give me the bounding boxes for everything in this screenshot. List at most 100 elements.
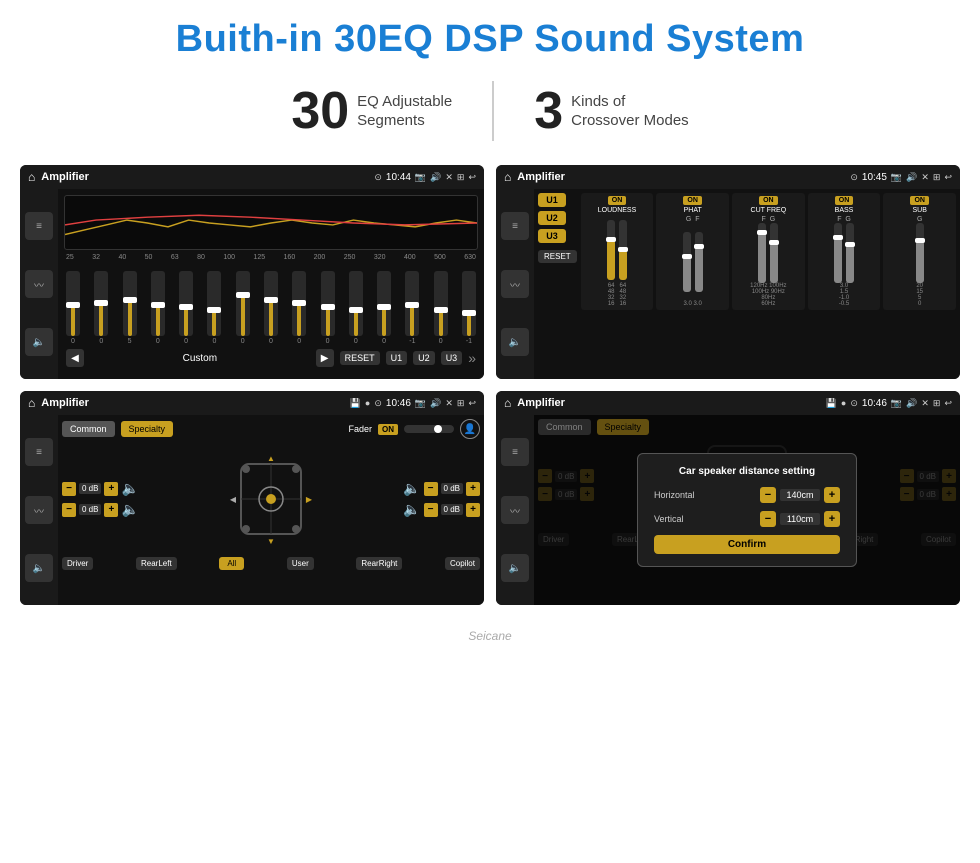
eq-reset-btn[interactable]: RESET xyxy=(340,351,380,365)
home-icon[interactable]: ⌂ xyxy=(28,170,35,184)
sidebar-btn-3-2[interactable]: 〰 xyxy=(25,496,53,524)
eq-u2-btn[interactable]: U2 xyxy=(413,351,435,365)
copilot-btn[interactable]: Copilot xyxy=(445,557,480,570)
fader-track[interactable] xyxy=(404,425,454,433)
left-bottom-minus[interactable]: − xyxy=(62,503,76,517)
eq-slider-col-8[interactable]: 0 xyxy=(264,271,278,345)
dialog-horizontal-minus[interactable]: − xyxy=(760,487,776,503)
right-top-minus[interactable]: − xyxy=(424,482,438,496)
eq-slider-col-15[interactable]: -1 xyxy=(462,271,476,345)
phat-track-2[interactable] xyxy=(695,232,703,292)
loudness-track-2[interactable] xyxy=(619,220,627,280)
eq-next-btn[interactable]: ▶ xyxy=(316,349,334,367)
sidebar-btn-4-3[interactable]: 🔈 xyxy=(501,554,529,582)
svg-text:▼: ▼ xyxy=(267,537,275,546)
sidebar-btn-2-2[interactable]: 〰 xyxy=(501,270,529,298)
sidebar-btn-3-3[interactable]: 🔈 xyxy=(25,554,53,582)
sidebar-btn-1[interactable]: ≡ xyxy=(25,212,53,240)
eq-prev-btn[interactable]: ◀ xyxy=(66,349,84,367)
screen1-title: Amplifier xyxy=(41,171,368,183)
loudness-track-1[interactable] xyxy=(607,220,615,280)
sidebar-btn-3[interactable]: 🔈 xyxy=(25,328,53,356)
eq-slider-col-1[interactable]: 0 xyxy=(66,271,80,345)
left-bottom-plus[interactable]: + xyxy=(104,503,118,517)
sub-on[interactable]: ON xyxy=(910,196,929,205)
window-icon: ⊞ xyxy=(457,172,465,183)
bass-track-1[interactable] xyxy=(834,223,842,283)
sub-track-1[interactable] xyxy=(916,223,924,283)
eq-slider-col-13[interactable]: -1 xyxy=(405,271,419,345)
eq-slider-col-6[interactable]: 0 xyxy=(207,271,221,345)
u2-btn[interactable]: U2 xyxy=(538,211,566,225)
right-bottom-plus[interactable]: + xyxy=(466,503,480,517)
eq-slider-col-12[interactable]: 0 xyxy=(377,271,391,345)
bass-track-2[interactable] xyxy=(846,223,854,283)
eq-main: 25 32 40 50 63 80 100 125 160 200 250 32… xyxy=(58,189,484,379)
eq-slider-col-10[interactable]: 0 xyxy=(321,271,335,345)
eq-more-btn[interactable]: » xyxy=(468,350,476,366)
eq-slider-col-5[interactable]: 0 xyxy=(179,271,193,345)
eq-slider-col-3[interactable]: 5 xyxy=(123,271,137,345)
eq-slider-col-11[interactable]: 0 xyxy=(349,271,363,345)
specialty-btn[interactable]: Specialty xyxy=(121,421,174,437)
phat-track-1[interactable] xyxy=(683,232,691,292)
sidebar-btn-2-1[interactable]: ≡ xyxy=(501,212,529,240)
back-icon-3[interactable]: ↩ xyxy=(468,398,476,409)
eq-u3-btn[interactable]: U3 xyxy=(441,351,463,365)
eq-slider-col-2[interactable]: 0 xyxy=(94,271,108,345)
cutfreq-on[interactable]: ON xyxy=(759,196,778,205)
sidebar-btn-3-1[interactable]: ≡ xyxy=(25,438,53,466)
sidebar-btn-2-3[interactable]: 🔈 xyxy=(501,328,529,356)
rearright-btn[interactable]: RearRight xyxy=(356,557,402,570)
user-btn[interactable]: User xyxy=(287,557,314,570)
close-icon[interactable]: ✕ xyxy=(445,172,453,183)
loudness-on[interactable]: ON xyxy=(608,196,627,205)
dialog-horizontal-plus[interactable]: + xyxy=(824,487,840,503)
close-icon-4[interactable]: ✕ xyxy=(921,398,929,409)
close-icon-3[interactable]: ✕ xyxy=(445,398,453,409)
right-top-plus[interactable]: + xyxy=(466,482,480,496)
dialog-confirm-btn[interactable]: Confirm xyxy=(654,535,840,554)
right-bottom-minus[interactable]: − xyxy=(424,503,438,517)
driver-btn[interactable]: Driver xyxy=(62,557,93,570)
back-icon-4[interactable]: ↩ xyxy=(944,398,952,409)
all-btn[interactable]: All xyxy=(219,557,244,570)
screen4-content: ≡ 〰 🔈 Common Specialty − 0 dB + xyxy=(496,415,960,605)
cutfreq-track-2[interactable] xyxy=(770,223,778,283)
sidebar-btn-4-2[interactable]: 〰 xyxy=(501,496,529,524)
eq-slider-col-14[interactable]: 0 xyxy=(434,271,448,345)
eq-slider-col-9[interactable]: 0 xyxy=(292,271,306,345)
stat-eq-label: EQ AdjustableSegments xyxy=(357,92,452,131)
common-btn[interactable]: Common xyxy=(62,421,115,437)
home-icon-4[interactable]: ⌂ xyxy=(504,396,511,410)
dialog-vertical-minus[interactable]: − xyxy=(760,511,776,527)
left-top-db: − 0 dB + 🔈 xyxy=(62,480,139,497)
eq-slider-col-7[interactable]: 0 xyxy=(236,271,250,345)
crossover-u-row: U1 U2 U3 RESET ON LOUDNESS xyxy=(538,193,956,310)
eq-slider-col-4[interactable]: 0 xyxy=(151,271,165,345)
rearleft-btn[interactable]: RearLeft xyxy=(136,557,177,570)
crossover-col-bass: ON BASS F G 3.0 1.5 -1.0 -0.5 xyxy=(808,193,881,310)
dialog-vertical-plus[interactable]: + xyxy=(824,511,840,527)
right-top-val: 0 dB xyxy=(441,483,463,494)
u3-btn[interactable]: U3 xyxy=(538,229,566,243)
save-icon-4: 💾 xyxy=(826,398,837,409)
sidebar-btn-2[interactable]: 〰 xyxy=(25,270,53,298)
sub-sliders xyxy=(886,223,953,283)
home-icon-3[interactable]: ⌂ xyxy=(28,396,35,410)
sidebar-btn-4-1[interactable]: ≡ xyxy=(501,438,529,466)
crossover-reset-btn[interactable]: RESET xyxy=(538,250,577,263)
cutfreq-track-1[interactable] xyxy=(758,223,766,283)
phat-on[interactable]: ON xyxy=(683,196,702,205)
back-icon-2[interactable]: ↩ xyxy=(944,172,952,183)
back-icon[interactable]: ↩ xyxy=(468,172,476,183)
svg-text:▲: ▲ xyxy=(267,454,275,463)
close-icon-2[interactable]: ✕ xyxy=(921,172,929,183)
left-top-plus[interactable]: + xyxy=(104,482,118,496)
fader-on-badge[interactable]: ON xyxy=(378,424,398,435)
u1-btn[interactable]: U1 xyxy=(538,193,566,207)
bass-on[interactable]: ON xyxy=(835,196,854,205)
left-top-minus[interactable]: − xyxy=(62,482,76,496)
home-icon-2[interactable]: ⌂ xyxy=(504,170,511,184)
eq-u1-btn[interactable]: U1 xyxy=(386,351,408,365)
